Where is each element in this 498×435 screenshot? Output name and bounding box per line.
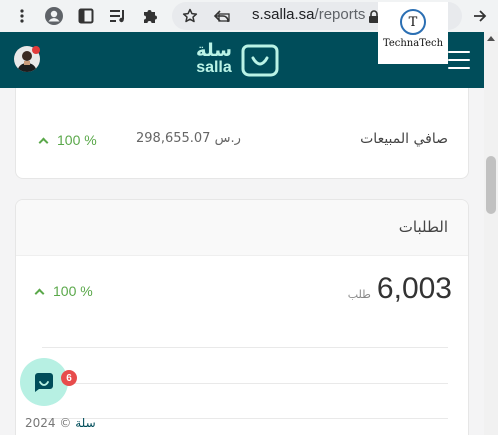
sidebar-icon[interactable]: [72, 2, 100, 30]
net-sales-label: صافي المبيعات: [360, 131, 448, 147]
footer-copyright: 2024 © سلة: [25, 416, 96, 430]
net-sales-card: صافي المبيعات 298,655.07 ر.س 100 %: [15, 88, 469, 179]
orders-unit: طلب: [347, 288, 371, 301]
chart-gridline: [42, 347, 448, 348]
salla-logo[interactable]: سلة salla: [196, 40, 280, 78]
chat-unread-badge: 6: [61, 370, 77, 386]
url-path: /reports: [314, 6, 366, 23]
forward-icon[interactable]: [466, 2, 494, 30]
orders-change-value: 100 %: [53, 283, 93, 299]
orders-card-header: الطلبات: [16, 200, 468, 256]
url-text[interactable]: s.salla.sa/reports: [252, 6, 365, 23]
net-sales-change-value: 100 %: [57, 132, 97, 148]
chart-gridline: [42, 418, 448, 419]
page-scrollbar[interactable]: [484, 32, 498, 435]
menu-hamburger-icon[interactable]: [448, 51, 470, 69]
chat-button[interactable]: [20, 358, 68, 406]
profile-icon[interactable]: [40, 2, 68, 30]
salla-bag-icon: [241, 44, 279, 77]
watermark-text: TechnaTech: [382, 38, 444, 49]
arrow-up-icon: [38, 137, 49, 147]
bookmark-star-icon[interactable]: [176, 2, 204, 30]
net-sales-change: 100 %: [38, 132, 97, 148]
orders-change: 100 %: [34, 283, 93, 299]
copyright-year: 2024 ©: [25, 416, 72, 430]
orders-value: 6,003 طلب: [348, 272, 452, 306]
notification-dot: [32, 46, 40, 54]
chat-icon: [35, 373, 53, 392]
scrollbar-thumb[interactable]: [486, 156, 496, 214]
arrow-up-icon: [34, 288, 45, 298]
footer-brand-link[interactable]: سلة: [75, 416, 95, 430]
chart-gridline: [42, 383, 448, 384]
menu-dots-icon[interactable]: [8, 2, 36, 30]
orders-card: الطلبات 6,003 طلب 100 %: [15, 199, 469, 435]
orders-title: الطلبات: [398, 218, 448, 236]
url-host: s.salla.sa: [252, 6, 315, 23]
scroll-up-arrow-icon[interactable]: [487, 36, 495, 41]
extensions-icon[interactable]: [136, 2, 164, 30]
watermark-logo: T: [400, 9, 426, 35]
net-sales-value: 298,655.07 ر.س: [136, 131, 241, 146]
orders-count: 6,003: [376, 272, 452, 305]
watermark: T TechnaTech: [378, 2, 448, 64]
logo-english: salla: [196, 59, 232, 76]
media-control-icon[interactable]: [104, 2, 132, 30]
logo-arabic: سلة: [196, 40, 232, 61]
share-icon[interactable]: [208, 2, 236, 30]
